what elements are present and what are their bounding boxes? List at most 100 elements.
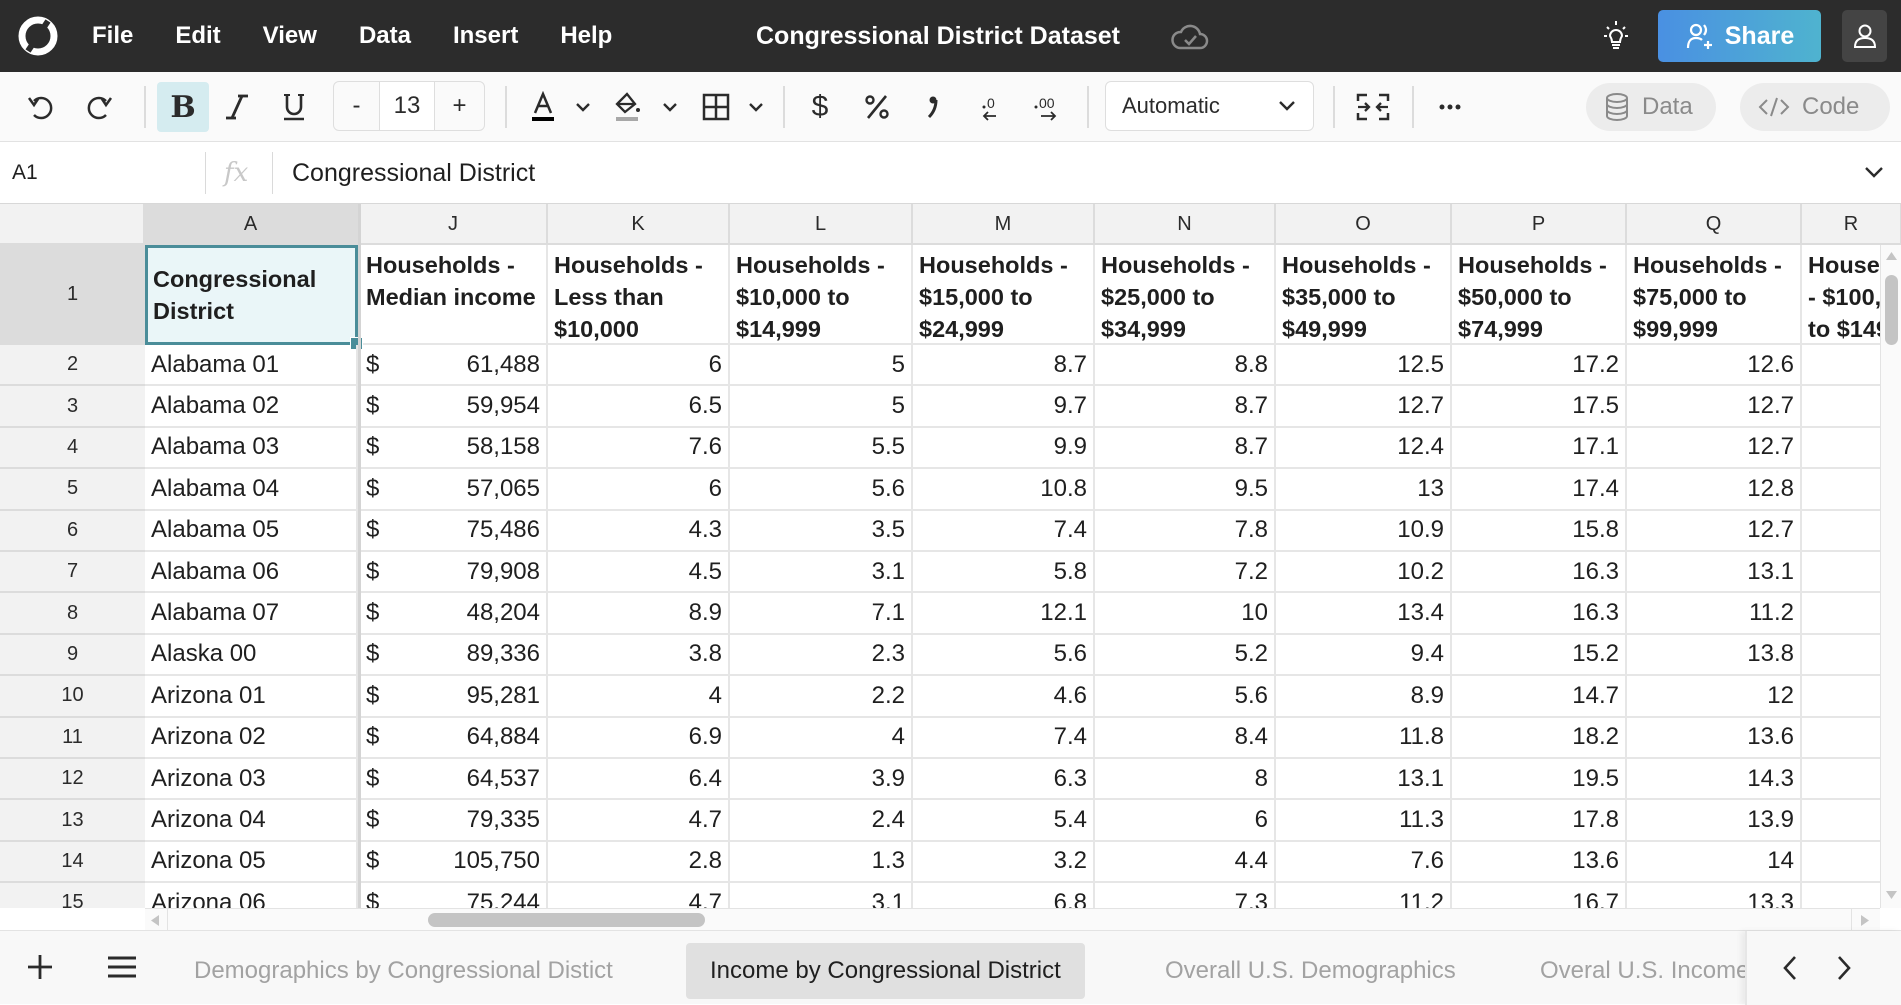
undo-button[interactable] [18,82,62,132]
cell-p6[interactable]: 15.8 [1452,510,1627,552]
cell-m7[interactable]: 5.8 [913,552,1095,594]
cell-n10[interactable]: 5.6 [1095,676,1276,718]
cell-l9[interactable]: 2.3 [730,634,913,677]
row-header-8[interactable]: 8 [0,593,145,635]
decrease-decimal-button[interactable]: 0 [970,82,1010,132]
text-color-dropdown[interactable] [568,82,598,132]
data-panel-button[interactable]: Data [1586,83,1716,131]
select-all-corner[interactable] [0,204,145,245]
cell-l13[interactable]: 2.4 [730,800,913,842]
cell-k5[interactable]: 6 [548,469,730,511]
column-header-j[interactable]: J [360,204,548,245]
borders-button[interactable] [696,82,736,132]
row-header-9[interactable]: 9 [0,634,145,677]
cell-o7[interactable]: 10.2 [1276,552,1452,594]
cell-n7[interactable]: 7.2 [1095,552,1276,594]
row-header-4[interactable]: 4 [0,427,145,470]
sheet-tab-demographics-by-district[interactable]: Demographics by Congressional Distict [170,943,637,999]
cell-q10[interactable]: 12 [1627,676,1802,718]
cell-q13[interactable]: 13.9 [1627,800,1802,842]
cell-p10[interactable]: 14.7 [1452,676,1627,718]
cell-o8[interactable]: 13.4 [1276,593,1452,635]
header-cell-a[interactable]: Congressional District [145,245,358,345]
cell-k13[interactable]: 4.7 [548,800,730,842]
app-logo-icon[interactable] [18,16,58,56]
header-cell-k[interactable]: Households - Less than $10,000 [548,245,730,345]
column-header-a[interactable]: A [145,204,358,245]
cell-m4[interactable]: 9.9 [913,427,1095,470]
cell-q6[interactable]: 12.7 [1627,510,1802,552]
redo-button[interactable] [78,82,122,132]
next-sheet-button[interactable] [1831,953,1855,988]
text-color-button[interactable] [523,82,563,132]
document-title[interactable]: Congressional District Dataset [756,0,1120,72]
cell-a12[interactable]: Arizona 03 [145,759,358,801]
cell-a9[interactable]: Alaska 00 [145,634,358,677]
cell-p13[interactable]: 17.8 [1452,800,1627,842]
cell-q5[interactable]: 12.8 [1627,469,1802,511]
cell-m14[interactable]: 3.2 [913,841,1095,884]
cell-o5[interactable]: 13 [1276,469,1452,511]
column-header-q[interactable]: Q [1627,204,1802,245]
cell-n4[interactable]: 8.7 [1095,427,1276,470]
cell-l8[interactable]: 7.1 [730,593,913,635]
cell-j4[interactable]: $58,158 [360,427,548,470]
header-cell-o[interactable]: Households - $35,000 to $49,999 [1276,245,1452,345]
menu-view[interactable]: View [263,22,317,50]
scroll-down-arrow-icon[interactable] [1885,890,1898,900]
cell-o10[interactable]: 8.9 [1276,676,1452,718]
merge-cells-button[interactable] [1350,82,1396,132]
cell-j11[interactable]: $64,884 [360,717,548,759]
cell-p14[interactable]: 13.6 [1452,841,1627,884]
cell-j15[interactable]: $75,244 [360,883,548,908]
underline-button[interactable] [272,82,316,132]
scroll-up-arrow-icon[interactable] [1885,251,1898,261]
cell-l12[interactable]: 3.9 [730,759,913,801]
cell-n6[interactable]: 7.8 [1095,510,1276,552]
cell-k8[interactable]: 8.9 [548,593,730,635]
cell-k11[interactable]: 6.9 [548,717,730,759]
cell-k6[interactable]: 4.3 [548,510,730,552]
cell-o2[interactable]: 12.5 [1276,345,1452,387]
cell-m6[interactable]: 7.4 [913,510,1095,552]
cell-m5[interactable]: 10.8 [913,469,1095,511]
cell-j6[interactable]: $75,486 [360,510,548,552]
cell-n15[interactable]: 7.3 [1095,883,1276,908]
percent-format-button[interactable] [857,82,897,132]
cell-p15[interactable]: 16.7 [1452,883,1627,908]
column-header-o[interactable]: O [1276,204,1452,245]
cell-a11[interactable]: Arizona 02 [145,717,358,759]
column-header-k[interactable]: K [548,204,730,245]
row-header-13[interactable]: 13 [0,800,145,842]
font-size-decrease-button[interactable]: - [334,82,380,130]
sheet-list-button[interactable] [106,953,138,986]
cell-k2[interactable]: 6 [548,345,730,387]
cell-o11[interactable]: 11.8 [1276,717,1452,759]
expand-formula-button[interactable] [1862,160,1886,189]
sheet-tab-overall-us-income[interactable]: Overal U.S. Income [1516,943,1773,999]
cell-n9[interactable]: 5.2 [1095,634,1276,677]
cell-m12[interactable]: 6.3 [913,759,1095,801]
cell-q8[interactable]: 11.2 [1627,593,1802,635]
cell-l10[interactable]: 2.2 [730,676,913,718]
cell-l4[interactable]: 5.5 [730,427,913,470]
cell-j2[interactable]: $61,488 [360,345,548,387]
cell-a5[interactable]: Alabama 04 [145,469,358,511]
row-header-6[interactable]: 6 [0,510,145,552]
horizontal-scroll-thumb[interactable] [428,913,705,927]
cell-m2[interactable]: 8.7 [913,345,1095,387]
cell-k12[interactable]: 6.4 [548,759,730,801]
cell-k7[interactable]: 4.5 [548,552,730,594]
cell-n11[interactable]: 8.4 [1095,717,1276,759]
cell-k15[interactable]: 4.7 [548,883,730,908]
menu-data[interactable]: Data [359,22,411,50]
cell-q3[interactable]: 12.7 [1627,386,1802,428]
comma-format-button[interactable] [912,82,952,132]
cell-o14[interactable]: 7.6 [1276,841,1452,884]
column-header-r[interactable]: R [1802,204,1901,245]
cell-p12[interactable]: 19.5 [1452,759,1627,801]
cell-o13[interactable]: 11.3 [1276,800,1452,842]
cell-j12[interactable]: $64,537 [360,759,548,801]
cell-j5[interactable]: $57,065 [360,469,548,511]
vertical-scroll-thumb[interactable] [1885,275,1898,345]
